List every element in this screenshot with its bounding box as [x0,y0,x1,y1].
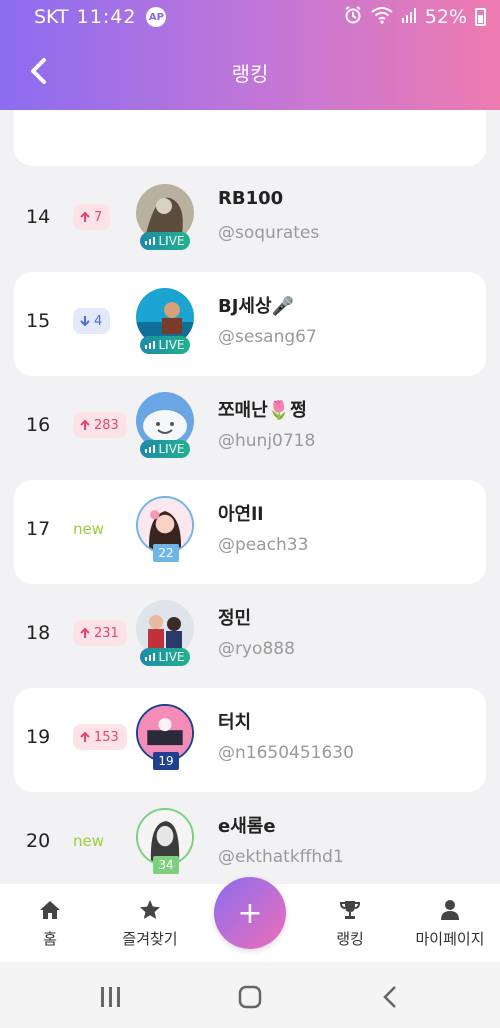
ranking-list[interactable]: 13 new 29 @spyband6551 14 7 LIVE RB100 @… [0,110,500,884]
live-bars-icon [145,341,156,349]
status-bar: SKT 11:42 AP 52% [0,0,500,34]
user-name: BJ세상🎤 [218,296,294,317]
signal-icon [401,6,417,28]
nav-mypage-label: 마이페이지 [415,929,485,948]
user-id: @ryo888 [218,639,295,659]
recent-apps-icon [101,987,120,1007]
arrow-up-icon [80,211,90,222]
live-tag: LIVE [140,232,190,250]
ranking-row[interactable]: 17 new 22 아연ll @peach33 [0,480,500,584]
home-icon [40,900,60,919]
rank-change-badge: new [73,832,105,850]
ranking-row[interactable]: 18 231 LIVE 정민 @ryo888 [0,584,500,688]
live-bars-icon [145,653,156,661]
rank-change-badge: 153 [73,724,127,750]
nav-favorites-label: 즐겨찾기 [122,929,178,948]
live-tag: LIVE [140,648,190,666]
alarm-icon [343,5,363,30]
recent-apps-button[interactable] [96,982,126,1012]
rank-number: 20 [26,830,51,852]
live-label: LIVE [158,442,185,456]
rank-change-value: 283 [94,417,119,433]
rank-number: 17 [26,518,51,540]
rank-change-badge: new [73,520,105,538]
wifi-icon [371,6,393,29]
nav-favorites[interactable]: 즐겨찾기 [105,884,195,962]
back-system-button[interactable] [376,982,406,1012]
battery-percent: 52% [424,6,467,28]
arrow-up-icon [80,627,90,638]
ranking-row[interactable]: 16 283 LIVE 쪼매난🌷쩡 @hunj0718 [0,376,500,480]
rank-number: 14 [26,206,51,228]
rank-change-badge: 283 [73,412,127,438]
user-id: @peach33 [218,535,309,555]
ranking-row[interactable]: 13 new 29 @spyband6551 [0,110,500,166]
nav-ranking[interactable]: 랭킹 [310,884,390,962]
ranking-row[interactable]: 14 7 LIVE RB100 @soqurates [0,168,500,272]
nav-mypage[interactable]: 마이페이지 [400,884,500,962]
rank-change-value: 231 [94,625,119,641]
plus-icon: + [237,895,263,931]
system-nav-bar [0,962,500,1028]
user-icon [441,899,459,920]
chevron-left-icon [31,58,46,84]
rank-change-value: 7 [94,209,103,225]
rank-number: 19 [26,726,51,748]
clock: 11:42 [76,6,137,28]
battery-icon [475,8,486,26]
arrow-down-icon [80,316,90,327]
ranking-row[interactable]: 20 new 34 e새롬e @ekthatkffhd1 [0,792,500,884]
rank-number: 15 [26,310,51,332]
ranking-row[interactable]: 19 153 19 터치 @n1650451630 [0,688,500,792]
back-button[interactable] [24,56,54,86]
rank-number: 18 [26,622,51,644]
user-name: e새롬e [218,816,276,837]
user-name: 쪼매난🌷쩡 [218,400,307,421]
user-name: 터치 [218,712,252,733]
ranking-row[interactable]: 15 4 LIVE BJ세상🎤 @sesang67 [0,272,500,376]
user-name: 아연ll [218,504,264,525]
live-label: LIVE [158,338,185,352]
live-bars-icon [145,445,156,453]
page-title: 랭킹 [231,61,269,86]
user-id: @ekthatkffhd1 [218,847,344,867]
app-header: 랭킹 [0,34,500,110]
live-tag: LIVE [140,336,190,354]
rank-change-value: 4 [94,313,103,329]
user-name: RB100 [218,188,284,209]
trophy-icon [339,900,361,919]
app-notification-icon: AP [146,7,167,27]
level-tag: 19 [153,752,179,770]
rank-change-badge: 4 [73,308,111,334]
user-id: @n1650451630 [218,743,354,763]
rank-change-badge: 7 [73,204,111,230]
arrow-up-icon [80,731,90,742]
rank-change-value: 153 [94,729,119,745]
back-chevron-icon [383,986,396,1008]
live-tag: LIVE [140,440,190,458]
home-system-button[interactable] [235,982,265,1012]
user-id: @hunj0718 [218,431,316,451]
home-square-icon [238,985,262,1009]
user-id: @soqurates [218,223,320,243]
rank-number: 16 [26,414,51,436]
arrow-up-icon [80,419,90,430]
nav-home-label: 홈 [43,929,57,948]
add-button[interactable]: + [214,877,286,949]
rank-change-badge: 231 [73,620,127,646]
nav-home[interactable]: 홈 [10,884,90,962]
live-label: LIVE [158,650,185,664]
star-icon [140,899,160,919]
user-name: 정민 [218,608,252,629]
level-tag: 22 [153,544,179,562]
carrier-label: SKT [34,6,69,28]
live-bars-icon [145,237,156,245]
nav-ranking-label: 랭킹 [336,929,364,948]
level-tag: 34 [153,856,179,874]
live-label: LIVE [158,234,185,248]
user-id: @sesang67 [218,327,317,347]
